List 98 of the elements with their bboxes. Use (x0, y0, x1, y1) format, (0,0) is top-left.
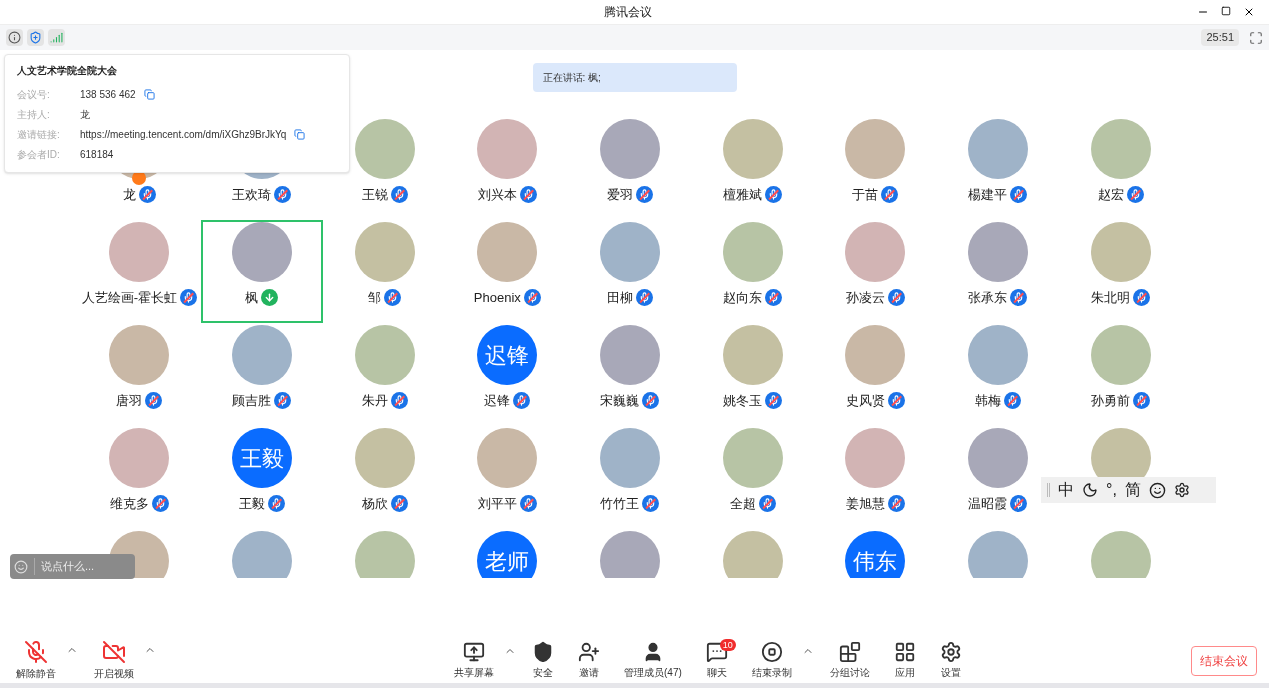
participant-name: 王毅 (239, 495, 265, 513)
participant-name: 顾吉胜 (232, 392, 272, 410)
close-icon[interactable] (1243, 6, 1255, 18)
restore-icon[interactable] (1221, 6, 1231, 16)
participant-name: 宋巍巍 (600, 392, 640, 410)
toolbar-button[interactable]: 结束录制 (743, 641, 800, 680)
participant-name: 朱北明 (1091, 289, 1131, 307)
participant-name: 檀雅斌 (723, 186, 763, 204)
speaker-banner: 正在讲话: 枫; (532, 63, 737, 92)
participant-name: 姜旭慧 (845, 495, 885, 513)
shield-icon (29, 31, 42, 44)
participant-name: 赵向东 (723, 289, 763, 307)
toolbar-button[interactable]: 设置 (931, 641, 970, 680)
screen-share-icon (463, 641, 485, 663)
avatar-photo-placeholder (1090, 531, 1151, 578)
camera-off-icon (102, 640, 126, 664)
info-button[interactable] (6, 29, 23, 46)
text-avatar: 迟锋 (477, 325, 538, 385)
security-button[interactable] (27, 29, 44, 46)
muted-microphone-icon (24, 640, 48, 664)
settings-icon (939, 641, 962, 663)
participant-name: 韩梅 (975, 392, 1001, 410)
participant-name: 楊建平 (968, 186, 1008, 204)
participant-name: 朱丹 (361, 392, 388, 410)
field-label: 邀请链接: (17, 127, 61, 142)
participant-name: Phoenix (473, 289, 521, 307)
toolbar-button[interactable]: 邀请 (570, 641, 608, 680)
text-avatar: 伟东 (845, 531, 906, 578)
meeting-title: 人文艺术学院全院大会 (17, 64, 118, 78)
toolbar-button[interactable]: 开启视频 (86, 640, 142, 681)
participant-name: 全超 (729, 495, 756, 513)
shield-icon (532, 641, 554, 663)
moon-icon[interactable] (1082, 482, 1098, 498)
participant-name: 姚冬玉 (723, 392, 763, 410)
smiley-icon[interactable] (1148, 481, 1166, 499)
add-person-icon (578, 641, 600, 663)
fullscreen-icon[interactable] (1249, 30, 1263, 45)
participant-name: 人艺绘画-霍长虹 (81, 289, 177, 307)
chat-input-field[interactable]: 说点什么... (34, 558, 122, 575)
participant-name: 杨欣 (361, 495, 388, 513)
avatar-photo-placeholder (232, 531, 292, 578)
toolbar-button[interactable]: 应用 (885, 641, 924, 680)
participant-name: 刘兴本 (477, 186, 517, 204)
avatar-photo-placeholder (968, 531, 1028, 578)
ime-toggle[interactable]: 简 (1124, 478, 1141, 502)
apps-grid-icon (893, 641, 916, 663)
participant-name: 刘平平 (477, 495, 517, 513)
participant-name: 张承东 (968, 289, 1008, 307)
participant-name: 邹 (368, 289, 382, 307)
info-icon (8, 31, 21, 44)
field-value: 618184 (80, 147, 114, 162)
chat-input-bar[interactable]: 说点什么... (10, 554, 135, 579)
field-label: 主持人: (17, 107, 51, 122)
participant-name: 田柳 (607, 289, 633, 307)
toolbar-button[interactable]: 10 聊天 (697, 641, 736, 680)
copy-icon[interactable] (143, 88, 155, 100)
participant-name: 枫 (245, 289, 259, 307)
participant-name: 王欢琦 (232, 186, 272, 204)
participant-name: 王锐 (361, 186, 388, 204)
toolbar-button[interactable]: 管理成员(47) (616, 641, 690, 680)
participant-name: 赵宏 (1097, 186, 1124, 204)
text-avatar: 王毅 (232, 428, 292, 488)
participant-name: 龙 (122, 186, 136, 204)
text-avatar: 老师 (477, 531, 538, 578)
participant-name: 爱羽 (607, 186, 633, 204)
participant-name: 迟锋 (484, 392, 511, 410)
participant-name: 唐羽 (116, 392, 143, 410)
field-label: 会议号: (17, 87, 51, 102)
participant-name: 竹竹王 (600, 495, 640, 513)
toolbar-button[interactable]: 分组讨论 (821, 641, 878, 680)
participant-name: 温昭霞 (968, 495, 1008, 513)
network-button[interactable] (48, 29, 65, 46)
blocks-icon (838, 641, 861, 663)
meeting-timer: 25:51 (1201, 29, 1239, 46)
avatar-photo-placeholder (600, 531, 660, 578)
settings-icon[interactable] (1173, 482, 1190, 498)
participant-name: 维克多 (109, 495, 149, 513)
participant-name: 孙凌云 (845, 289, 885, 307)
field-value: https://meeting.tencent.com/dm/iXGhz9BrJkYq (80, 127, 287, 142)
ime-toggle[interactable]: 中 (1058, 478, 1074, 502)
participant-name: 于苗 (852, 186, 879, 204)
window-title: 腾讯会议 (603, 4, 652, 21)
field-label: 参会者ID: (17, 147, 61, 162)
field-value: 138 536 462 (80, 87, 136, 102)
copy-icon[interactable] (294, 128, 306, 140)
field-value: 龙 (80, 107, 90, 122)
participant-name: 孙勇前 (1091, 392, 1131, 410)
toolbar-button[interactable]: 解除静音 (8, 640, 64, 681)
avatar-photo-placeholder (722, 531, 783, 578)
signal-icon (50, 31, 63, 44)
unread-count-badge: 10 (719, 639, 736, 651)
ime-toggle[interactable]: °, (1106, 478, 1117, 502)
end-meeting-button[interactable]: 结束会议 (1191, 645, 1257, 676)
toolbar-button[interactable]: 共享屏幕 (446, 641, 502, 680)
toolbar-button[interactable]: 安全 (524, 641, 562, 680)
participant-name: 史风贤 (845, 392, 885, 410)
stop-record-icon (760, 641, 783, 663)
avatar-photo-placeholder (354, 531, 415, 578)
